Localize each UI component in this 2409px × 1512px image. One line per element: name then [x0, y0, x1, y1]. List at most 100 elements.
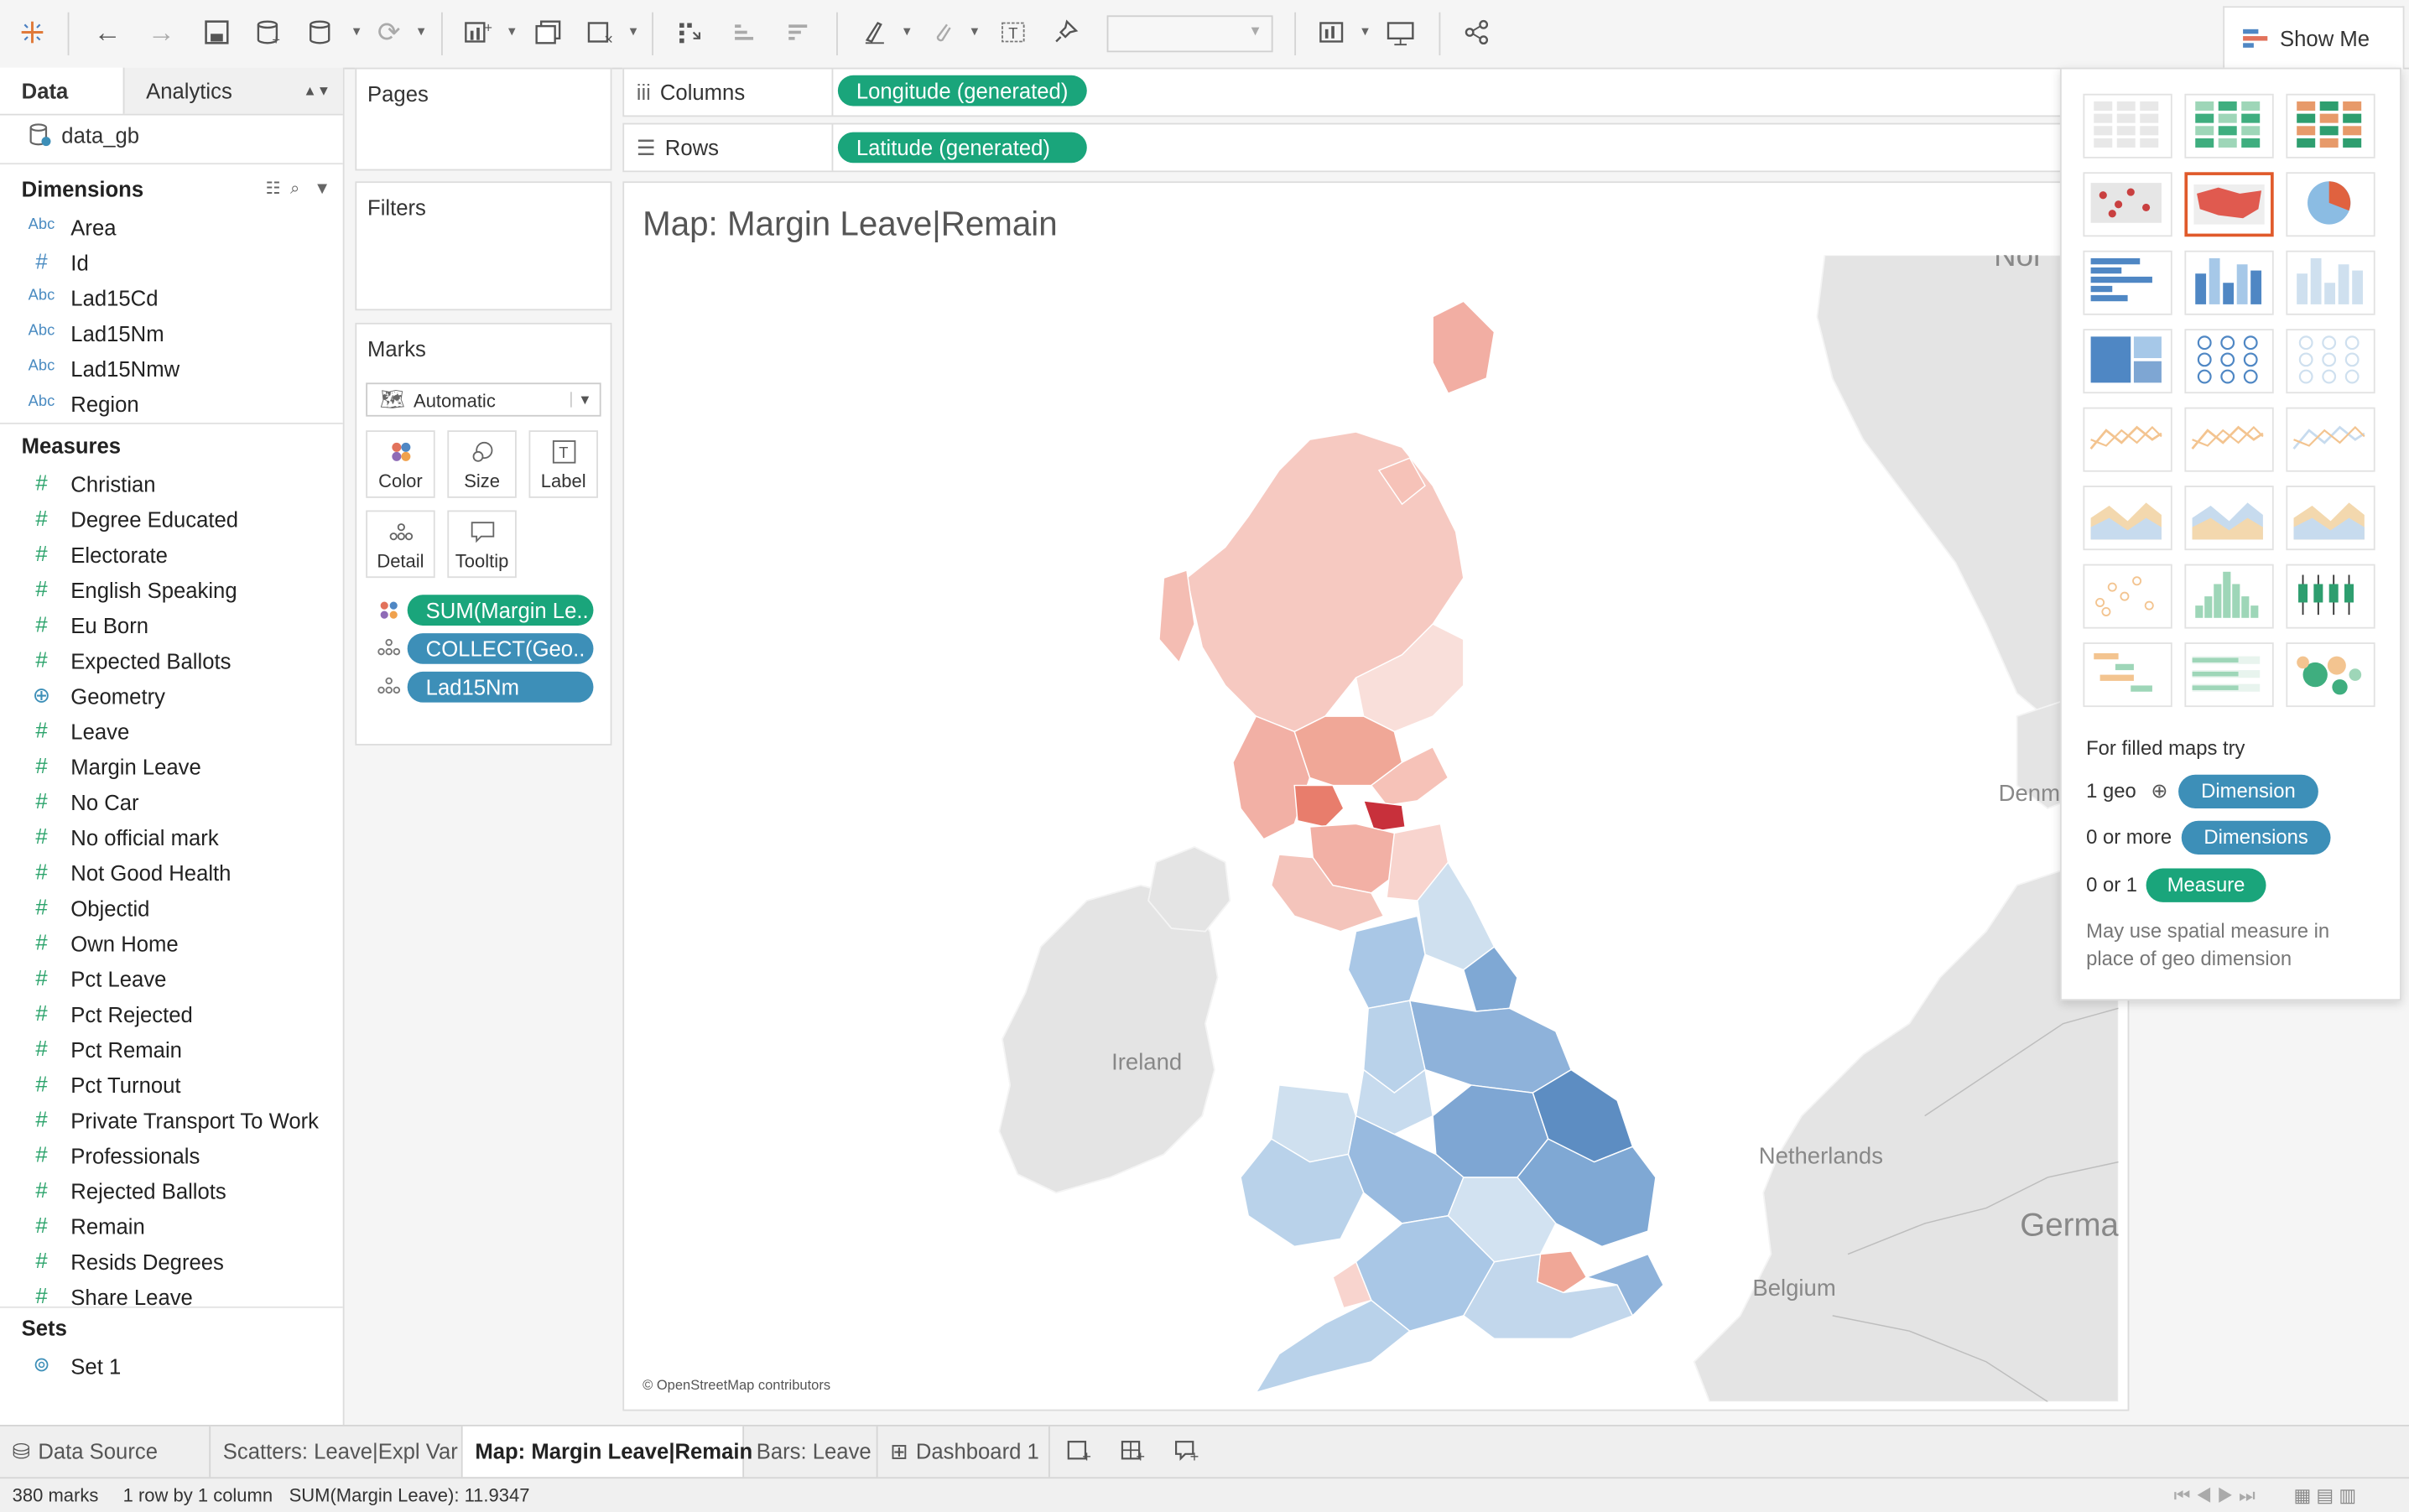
tooltip-button[interactable]: Tooltip	[447, 510, 517, 579]
chevron-down-icon[interactable]: ▼	[627, 24, 640, 38]
sheet-nav-icons[interactable]: ⏮ ◀ ▶ ⏭	[2174, 1484, 2256, 1507]
measure-field[interactable]: # Leave	[0, 714, 343, 750]
rows-shelf[interactable]: ☰ Rows Latitude (generated)	[622, 122, 2062, 173]
new-worksheet-tab-icon[interactable]: +	[1062, 1437, 1095, 1468]
dimension-field[interactable]: Abc Region	[0, 387, 343, 423]
measure-field[interactable]: # Pct Remain	[0, 1033, 343, 1068]
dimension-field[interactable]: Abc Area	[0, 210, 343, 246]
geometry-pill[interactable]: COLLECT(Geo..	[407, 633, 594, 664]
show-mark-labels-icon[interactable]: T	[993, 13, 1033, 53]
measure-field[interactable]: # Expected Ballots	[0, 644, 343, 679]
heat-map-thumbnail[interactable]	[2184, 93, 2274, 158]
latitude-pill[interactable]: Latitude (generated)	[837, 132, 1087, 164]
packed-bubbles-thumbnail[interactable]	[2286, 642, 2375, 708]
bullet-graph-thumbnail[interactable]	[2184, 642, 2274, 708]
pause-updates-icon[interactable]	[301, 13, 341, 53]
search-icon[interactable]: ⌕	[290, 179, 299, 198]
lines-continuous-thumbnail[interactable]	[2083, 407, 2172, 472]
tab-data-source[interactable]: ⛁ Data Source	[0, 1426, 211, 1478]
text-table-thumbnail[interactable]	[2083, 93, 2172, 158]
duplicate-sheet-icon[interactable]	[528, 13, 569, 53]
dual-combination-thumbnail[interactable]	[2286, 486, 2375, 551]
measure-field[interactable]: # Rejected Ballots	[0, 1174, 343, 1209]
mark-type-select[interactable]: 🗺 Automatic ▼	[366, 382, 601, 417]
group-members-icon[interactable]	[923, 13, 963, 53]
chevron-down-icon[interactable]: ▼	[314, 179, 330, 198]
measure-field[interactable]: # Private Transport To Work	[0, 1104, 343, 1139]
measure-field[interactable]: # Margin Leave	[0, 750, 343, 785]
side-by-side-bars-thumbnail[interactable]	[2286, 250, 2375, 315]
swap-rows-columns-icon[interactable]	[670, 13, 710, 53]
measure-field[interactable]: # Pct Leave	[0, 962, 343, 997]
list-view-icon[interactable]: ☷	[266, 179, 281, 198]
measure-field[interactable]: # Christian	[0, 467, 343, 502]
filters-shelf[interactable]: Filters	[355, 181, 612, 311]
stacked-bars-thumbnail[interactable]	[2184, 250, 2274, 315]
measure-field[interactable]: # Share Leave	[0, 1281, 343, 1316]
measure-field[interactable]: # English Speaking	[0, 574, 343, 609]
tab-analytics[interactable]: Analytics ▲▼	[122, 67, 343, 114]
save-icon[interactable]	[197, 13, 237, 53]
map-view[interactable]: Ireland Netherlands Belgium Germa Denm N…	[633, 255, 2119, 1402]
pages-shelf[interactable]: Pages	[355, 67, 612, 171]
presentation-mode-icon[interactable]	[1381, 13, 1421, 53]
measure-field[interactable]: # Professionals	[0, 1139, 343, 1174]
lad15nm-pill[interactable]: Lad15Nm	[407, 671, 594, 703]
margin-leave-pill[interactable]: SUM(Margin Le..	[407, 595, 594, 626]
tab-data[interactable]: Data	[0, 67, 123, 114]
tab-scatters[interactable]: Scatters: Leave|Expl Var	[211, 1426, 463, 1478]
horizontal-bars-thumbnail[interactable]	[2083, 250, 2172, 315]
measure-field[interactable]: # Electorate	[0, 538, 343, 573]
measure-field[interactable]: # Not Good Health	[0, 856, 343, 891]
fit-width-select[interactable]: ▼	[1106, 15, 1273, 53]
measure-field[interactable]: # Pct Turnout	[0, 1068, 343, 1104]
set-item[interactable]: ⊚ Set 1	[0, 1349, 343, 1385]
new-datasource-icon[interactable]: +	[249, 13, 289, 53]
dimension-field[interactable]: Abc Lad15Nm	[0, 317, 343, 352]
measure-field[interactable]: # Objectid	[0, 891, 343, 927]
clear-sheet-icon[interactable]: ×	[581, 13, 622, 53]
measure-field[interactable]: ⊕ Geometry	[0, 679, 343, 714]
pin-icon[interactable]	[1045, 13, 1085, 53]
sort-descending-icon[interactable]	[779, 13, 819, 53]
dimensions-tools[interactable]: ☷ ⌕ ▼	[266, 179, 330, 200]
chevron-down-icon[interactable]: ▼	[969, 24, 981, 38]
show-cards-icon[interactable]	[1313, 13, 1353, 53]
columns-shelf[interactable]: iii Columns Longitude (generated)	[622, 67, 2062, 117]
lines-discrete-thumbnail[interactable]	[2184, 407, 2274, 472]
measure-field[interactable]: # No Car	[0, 786, 343, 821]
undo-icon[interactable]: ←	[87, 13, 127, 53]
measure-field[interactable]: # No official mark	[0, 821, 343, 856]
measure-field[interactable]: # Pct Rejected	[0, 997, 343, 1032]
new-dashboard-tab-icon[interactable]: +	[1116, 1437, 1150, 1468]
symbol-map-thumbnail[interactable]	[2083, 172, 2172, 237]
dimension-field[interactable]: Abc Lad15Cd	[0, 281, 343, 316]
chevron-down-icon[interactable]: ▼	[506, 24, 518, 38]
filled-map[interactable]	[633, 255, 2119, 1402]
refresh-icon[interactable]: ⟳	[369, 13, 409, 53]
size-button[interactable]: Size	[447, 430, 517, 498]
filled-map-thumbnail[interactable]	[2184, 172, 2274, 237]
measure-field[interactable]: # Degree Educated	[0, 502, 343, 538]
sort-ascending-icon[interactable]	[726, 13, 766, 53]
pie-chart-thumbnail[interactable]	[2286, 172, 2375, 237]
treemap-thumbnail[interactable]	[2083, 329, 2172, 394]
show-me-button[interactable]: Show Me	[2223, 6, 2405, 70]
tab-map[interactable]: Map: Margin Leave|Remain	[462, 1426, 752, 1478]
share-icon[interactable]	[1457, 13, 1497, 53]
area-discrete-thumbnail[interactable]	[2184, 486, 2274, 551]
label-button[interactable]: T Label	[528, 430, 598, 498]
datasource-item[interactable]: data_gb	[28, 123, 139, 148]
chevron-down-icon[interactable]: ▼	[1359, 24, 1371, 38]
circle-views-thumbnail[interactable]	[2184, 329, 2274, 394]
new-story-tab-icon[interactable]: +	[1170, 1437, 1204, 1468]
measure-field[interactable]: # Remain	[0, 1209, 343, 1244]
area-continuous-thumbnail[interactable]	[2083, 486, 2172, 551]
measure-field[interactable]: # Eu Born	[0, 609, 343, 644]
chevron-down-icon[interactable]: ▼	[351, 24, 363, 38]
new-worksheet-icon[interactable]: +	[458, 13, 498, 53]
dual-lines-thumbnail[interactable]	[2286, 407, 2375, 472]
measure-field[interactable]: # Own Home	[0, 927, 343, 962]
tableau-logo-icon[interactable]	[13, 13, 53, 53]
highlight-table-thumbnail[interactable]	[2286, 93, 2375, 158]
